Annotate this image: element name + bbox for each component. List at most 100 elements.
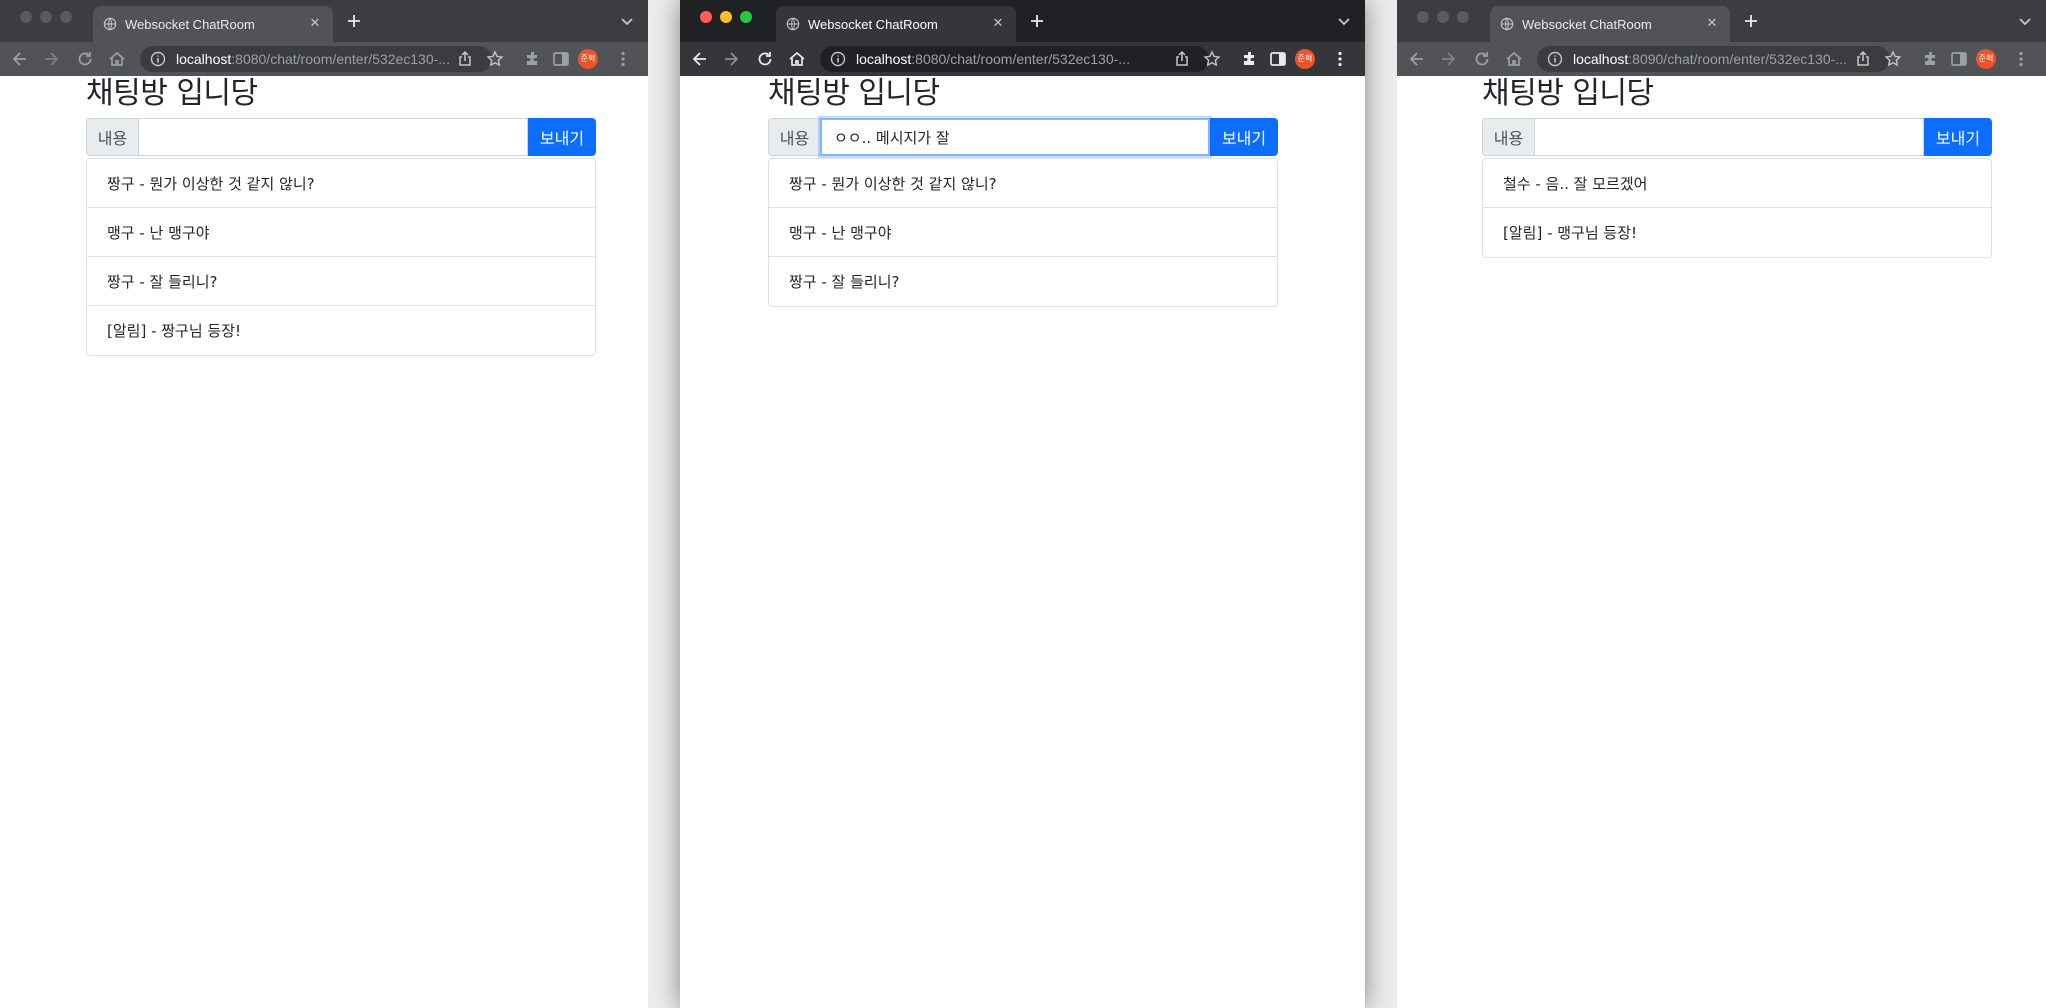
zoom-window-button[interactable] (60, 11, 72, 23)
message-input-group: 내용 보내기 (768, 118, 1278, 156)
close-window-button[interactable] (700, 11, 712, 23)
globe-icon (103, 17, 117, 31)
minimize-window-button[interactable] (1437, 11, 1449, 23)
forward-arrow-icon[interactable] (1438, 49, 1458, 69)
close-window-button[interactable] (1417, 11, 1429, 23)
address-bar[interactable]: localhost:8090/chat/room/enter/532ec130-… (1537, 46, 1890, 72)
home-icon[interactable] (107, 49, 127, 69)
address-bar[interactable]: localhost:8080/chat/room/enter/532ec130-… (820, 46, 1209, 72)
zoom-window-button[interactable] (740, 11, 752, 23)
close-icon[interactable]: ✕ (307, 16, 323, 32)
tab-strip: Websocket ChatRoom ✕ (1397, 0, 2046, 42)
extensions-icon[interactable] (1240, 49, 1260, 69)
chevron-down-icon[interactable] (2016, 12, 2034, 30)
reload-icon[interactable] (1472, 49, 1492, 69)
message-input-label: 내용 (86, 118, 138, 156)
window-controls[interactable] (700, 11, 752, 23)
plus-icon[interactable] (1026, 10, 1048, 32)
url-host: localhost (856, 51, 912, 67)
browser-window-left: Websocket ChatRoom ✕ localhost:8080/chat… (0, 0, 648, 1008)
back-arrow-icon[interactable] (10, 49, 30, 69)
browser-toolbar: localhost:8080/chat/room/enter/532ec130-… (0, 42, 648, 76)
extensions-icon[interactable] (1921, 49, 1941, 69)
star-icon[interactable] (1884, 50, 1902, 68)
address-bar[interactable]: localhost:8080/chat/room/enter/532ec130-… (140, 46, 492, 72)
back-arrow-icon[interactable] (1407, 49, 1427, 69)
browser-window-center: Websocket ChatRoom ✕ localhost:8080/chat… (680, 0, 1365, 1008)
send-button[interactable]: 보내기 (1210, 118, 1278, 156)
browser-toolbar: localhost:8090/chat/room/enter/532ec130-… (1397, 42, 2046, 76)
browser-tab[interactable]: Websocket ChatRoom ✕ (93, 6, 333, 42)
message-item: 짱구 - 잘 들리니? (789, 273, 900, 291)
home-icon[interactable] (787, 49, 807, 69)
kebab-menu-icon[interactable] (613, 49, 633, 69)
window-controls[interactable] (20, 11, 72, 23)
extensions-icon[interactable] (523, 49, 543, 69)
message-input-label: 내용 (768, 118, 820, 156)
avatar[interactable]: 준혁 (1976, 49, 1996, 69)
reload-icon[interactable] (75, 49, 95, 69)
info-icon[interactable] (830, 51, 846, 67)
avatar[interactable]: 준혁 (578, 49, 598, 69)
chevron-down-icon[interactable] (618, 12, 636, 30)
chat-page: 채팅방 입니당 내용 보내기 철수 - 음.. 잘 모르겠어 [알림] - 맹구님… (1482, 76, 1992, 258)
message-item: 맹구 - 난 맹구야 (769, 208, 1277, 257)
url-path: :8080/chat/room/enter/532ec130-... (231, 51, 450, 67)
page-title: 채팅방 입니당 (86, 76, 258, 111)
url-path: :8090/chat/room/enter/532ec130-... (1628, 51, 1847, 67)
message-item: [알림] - 짱구님 등장! (107, 322, 242, 340)
url-host: localhost (176, 51, 232, 67)
share-icon[interactable] (456, 50, 474, 68)
send-button[interactable]: 보내기 (1924, 118, 1992, 156)
plus-icon[interactable] (1740, 10, 1762, 32)
reload-icon[interactable] (755, 49, 775, 69)
side-panel-icon[interactable] (1949, 49, 1969, 69)
chat-page: 채팅방 입니당 내용 보내기 짱구 - 뭔가 이상한 것 같지 않니?맹구 - … (86, 76, 596, 356)
info-icon[interactable] (150, 51, 166, 67)
star-icon[interactable] (1203, 50, 1221, 68)
close-icon[interactable]: ✕ (990, 16, 1006, 32)
send-button[interactable]: 보내기 (528, 118, 596, 156)
info-icon[interactable] (1547, 51, 1563, 67)
tab-strip: Websocket ChatRoom ✕ (0, 0, 648, 42)
message-item: [알림] - 맹구님 등장! (1503, 224, 1638, 242)
side-panel-icon[interactable] (1268, 49, 1288, 69)
share-icon[interactable] (1854, 50, 1872, 68)
tab-strip: Websocket ChatRoom ✕ (680, 0, 1365, 42)
window-controls[interactable] (1417, 11, 1469, 23)
url-path: :8080/chat/room/enter/532ec130-... (911, 51, 1130, 67)
tab-title: Websocket ChatRoom (125, 16, 255, 32)
message-list: 짱구 - 뭔가 이상한 것 같지 않니? 맹구 - 난 맹구야 짱구 - 잘 들리니… (86, 158, 596, 356)
message-input[interactable] (1534, 118, 1924, 156)
message-input-group: 내용 보내기 (86, 118, 596, 156)
kebab-menu-icon[interactable] (1330, 49, 1350, 69)
star-icon[interactable] (486, 50, 504, 68)
browser-tab[interactable]: Websocket ChatRoom ✕ (1490, 6, 1730, 42)
home-icon[interactable] (1504, 49, 1524, 69)
close-icon[interactable]: ✕ (1704, 16, 1720, 32)
zoom-window-button[interactable] (1457, 11, 1469, 23)
message-input[interactable] (820, 118, 1210, 156)
tab-title: Websocket ChatRoom (808, 16, 938, 32)
kebab-menu-icon[interactable] (2011, 49, 2031, 69)
share-icon[interactable] (1173, 50, 1191, 68)
browser-tab[interactable]: Websocket ChatRoom ✕ (776, 6, 1016, 42)
background-gap (648, 0, 680, 1008)
message-list: 짱구 - 뭔가 이상한 것 같지 않니? 맹구 - 난 맹구야 짱구 - 잘 들리니… (768, 158, 1278, 307)
plus-icon[interactable] (343, 10, 365, 32)
side-panel-icon[interactable] (551, 49, 571, 69)
message-input[interactable] (138, 118, 528, 156)
minimize-window-button[interactable] (720, 11, 732, 23)
globe-icon (786, 17, 800, 31)
browser-toolbar: localhost:8080/chat/room/enter/532ec130-… (680, 42, 1365, 76)
avatar[interactable]: 준혁 (1295, 49, 1315, 69)
close-window-button[interactable] (20, 11, 32, 23)
page-title: 채팅방 입니당 (1482, 76, 1654, 111)
globe-icon (1500, 17, 1514, 31)
chat-page: 채팅방 입니당 내용 보내기 짱구 - 뭔가 이상한 것 같지 않니?맹구 - … (768, 76, 1278, 307)
back-arrow-icon[interactable] (690, 49, 710, 69)
forward-arrow-icon[interactable] (41, 49, 61, 69)
chevron-down-icon[interactable] (1335, 12, 1353, 30)
forward-arrow-icon[interactable] (721, 49, 741, 69)
minimize-window-button[interactable] (40, 11, 52, 23)
